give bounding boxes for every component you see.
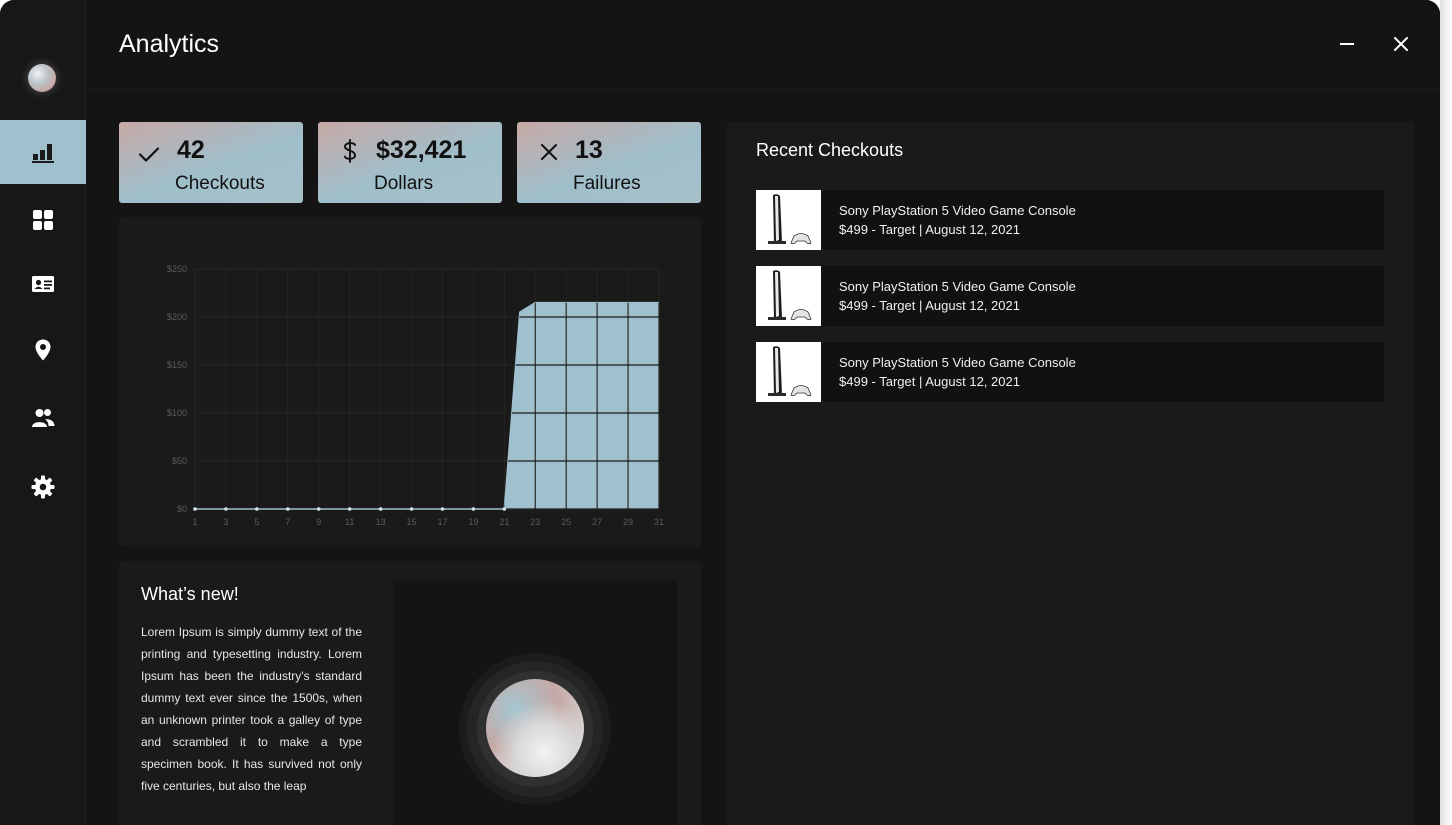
- chart-x-tick-label: 19: [468, 517, 478, 527]
- product-name: Sony PlayStation 5 Video Game Console: [839, 279, 1076, 294]
- id-card-icon: [32, 276, 54, 292]
- chart-y-tick-label: $50: [172, 456, 187, 466]
- chart-point: [286, 507, 290, 511]
- page-title: Analytics: [119, 30, 220, 58]
- x-icon: [541, 144, 557, 160]
- console-image: [768, 194, 812, 245]
- location-pin-icon: [35, 339, 51, 361]
- recent-checkouts-title: Recent Checkouts: [756, 140, 904, 160]
- logo: [28, 64, 56, 92]
- chart-x-tick-label: 1: [192, 517, 197, 527]
- chart-point: [471, 507, 476, 511]
- stat-card-checkouts: 42 Checkouts: [119, 122, 303, 203]
- chart-point: [409, 507, 414, 511]
- chart-x-tick-label: 31: [654, 517, 664, 527]
- sidebar-item-profiles[interactable]: [0, 252, 86, 316]
- sidebar-item-settings[interactable]: [0, 455, 86, 519]
- window-shadow: [1440, 0, 1452, 825]
- product-thumbnail: [756, 342, 821, 402]
- whats-new-panel: What’s new! Lorem Ipsum is simply dummy …: [119, 561, 701, 825]
- chart-x-tick-label: 15: [407, 517, 417, 527]
- stat-card-failures: 13 Failures: [517, 122, 701, 203]
- chart-x-tick-label: 17: [437, 517, 447, 527]
- sidebar-item-analytics[interactable]: [0, 120, 86, 184]
- chart-x-tick-label: 13: [376, 517, 386, 527]
- chart-y-tick-label: $250: [167, 264, 187, 274]
- minimize-button[interactable]: [1335, 32, 1359, 56]
- bar-chart-icon: [32, 144, 54, 163]
- close-button[interactable]: [1389, 32, 1413, 56]
- close-icon: [1394, 37, 1408, 51]
- sidebar-item-locations[interactable]: [0, 318, 86, 382]
- checkout-row[interactable]: Sony PlayStation 5 Video Game Console $4…: [756, 266, 1384, 326]
- chart-x-tick-label: 29: [623, 517, 633, 527]
- product-thumbnail: [756, 266, 821, 326]
- chart-x-tick-label: 5: [254, 517, 259, 527]
- users-icon: [32, 409, 55, 427]
- news-media: [394, 581, 677, 825]
- stat-value: $32,421: [376, 136, 467, 164]
- header: Analytics: [86, 0, 1440, 90]
- checkout-meta: $499 - Target | August 12, 2021: [839, 222, 1020, 237]
- chart-y-tick-label: $200: [167, 312, 187, 322]
- grid-icon: [33, 210, 53, 230]
- chart-y-tick-label: $150: [167, 360, 187, 370]
- chart-x-tick-label: 7: [285, 517, 290, 527]
- minimize-icon: [1340, 43, 1354, 45]
- orb-image: [486, 679, 584, 777]
- product-name: Sony PlayStation 5 Video Game Console: [839, 203, 1076, 218]
- stat-label: Dollars: [374, 173, 434, 194]
- news-body: Lorem Ipsum is simply dummy text of the …: [141, 625, 362, 793]
- chart-point: [255, 507, 259, 511]
- chart-point: [347, 507, 352, 511]
- recent-checkouts-panel: Recent Checkouts Sony PlayStation 5 Vide…: [727, 122, 1414, 825]
- chart-point: [224, 507, 228, 511]
- sidebar-item-users[interactable]: [0, 386, 86, 450]
- stat-card-dollars: $32,421 Dollars: [318, 122, 502, 203]
- stat-value: 13: [575, 136, 603, 164]
- chart-point: [440, 507, 445, 511]
- checkout-row[interactable]: Sony PlayStation 5 Video Game Console $4…: [756, 342, 1384, 402]
- stat-value: 42: [177, 136, 205, 164]
- product-name: Sony PlayStation 5 Video Game Console: [839, 355, 1076, 370]
- sidebar-item-dashboard[interactable]: [0, 188, 86, 252]
- checkout-row[interactable]: Sony PlayStation 5 Video Game Console $4…: [756, 190, 1384, 250]
- news-title: What’s new!: [141, 584, 239, 604]
- stat-label: Failures: [573, 173, 641, 194]
- app-window: Analytics 42 Checkouts $32,421 Dollars 1…: [0, 0, 1440, 825]
- chart-point: [316, 507, 321, 511]
- checkout-meta: $499 - Target | August 12, 2021: [839, 298, 1020, 313]
- gear-icon: [31, 475, 55, 499]
- chart-area-fill: [195, 302, 659, 509]
- chart-x-tick-label: 21: [499, 517, 509, 527]
- chart-x-tick-label: 11: [345, 517, 354, 527]
- chart-y-tick-label: $0: [177, 504, 187, 514]
- console-image: [768, 270, 812, 321]
- chart-x-tick-label: 25: [561, 517, 571, 527]
- chart-y-tick-label: $100: [167, 408, 187, 418]
- product-thumbnail: [756, 190, 821, 250]
- chart-point: [502, 507, 507, 511]
- chart-x-tick-label: 9: [316, 517, 321, 527]
- sidebar: [0, 0, 86, 825]
- checkout-meta: $499 - Target | August 12, 2021: [839, 374, 1020, 389]
- chart-point: [378, 507, 383, 511]
- checkout-chart-panel: $0 $50 $100 $150 $200 $250 1 3 5 7 9 11 13 15 17 19 21 2…: [119, 217, 701, 547]
- checkout-area-chart: $0$50$100$150$200$250 1 3 5 7 9 11 13 15 17 19 21 2…: [167, 264, 664, 527]
- check-icon: [138, 147, 160, 162]
- chart-x-tick-label: 3: [223, 517, 228, 527]
- chart-point: [193, 507, 197, 511]
- dollar-icon: [344, 139, 356, 163]
- console-image: [768, 346, 812, 397]
- stat-label: Checkouts: [175, 173, 265, 194]
- chart-x-tick-label: 23: [530, 517, 540, 527]
- chart-x-tick-label: 27: [592, 517, 602, 527]
